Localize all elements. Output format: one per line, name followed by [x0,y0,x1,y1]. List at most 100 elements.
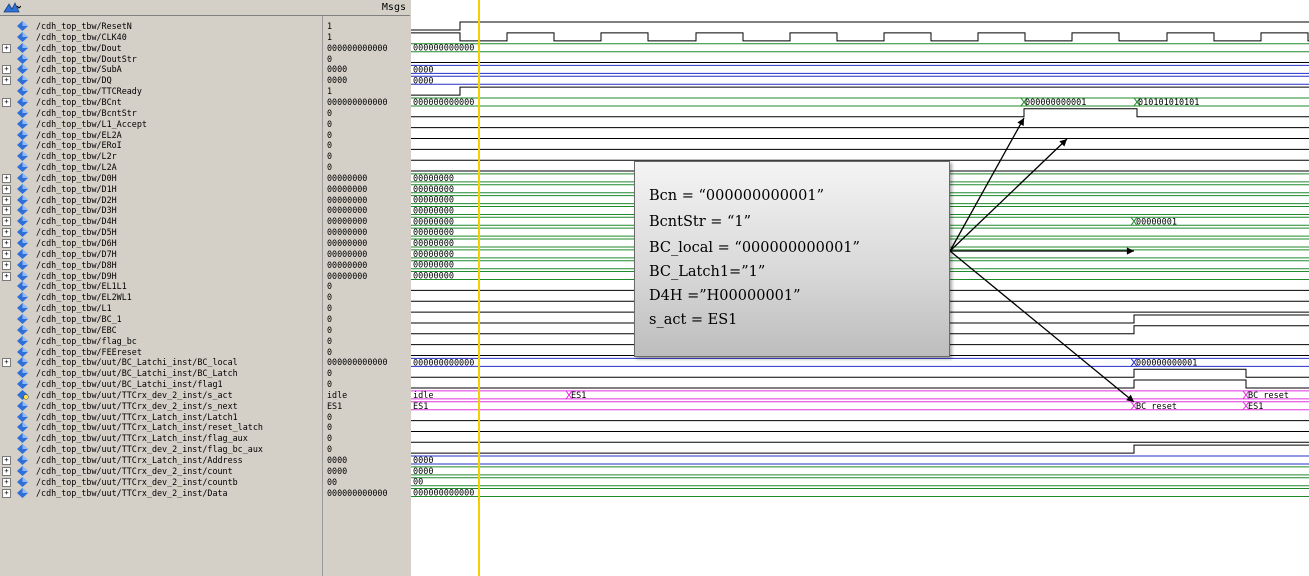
expand-toggle-icon[interactable]: + [2,358,11,368]
signal-row[interactable]: /cdh_top_tbw/BC_1 [0,313,322,324]
signal-diamond-icon [17,303,28,314]
signal-row[interactable]: /cdh_top_tbw/FEEreset [0,346,322,357]
signal-row[interactable]: + /cdh_top_tbw/D7H [0,248,322,259]
expand-toggle-icon[interactable]: + [2,456,11,465]
expand-toggle-icon[interactable]: + [2,173,11,183]
signal-row[interactable]: + /cdh_top_tbw/D4H [0,216,322,227]
signal-row[interactable]: /cdh_top_tbw/DoutStr [0,53,322,64]
signal-row[interactable]: /cdh_top_tbw/EL2A [0,129,322,140]
signal-diamond-icon [17,313,28,324]
signal-row[interactable]: /cdh_top_tbw/TTCReady [0,86,322,97]
expand-toggle-icon[interactable]: + [2,271,11,281]
wave-label-s-next-es1-end: ES1 [1248,402,1263,412]
signal-diamond-icon [17,324,28,335]
signal-row[interactable]: + /cdh_top_tbw/D5H [0,227,322,238]
expand-toggle-icon[interactable]: + [2,217,11,227]
expand-toggle-icon[interactable]: + [2,206,11,216]
signal-row[interactable]: + /cdh_top_tbw/BCnt [0,96,322,107]
signal-row[interactable]: + /cdh_top_tbw/D0H [0,172,322,183]
signal-name: /cdh_top_tbw/SubA [36,64,122,75]
signal-row[interactable]: /cdh_top_tbw/uut/BC_Latchi_inst/flag1 [0,379,322,390]
signal-row[interactable]: + /cdh_top_tbw/uut/BC_Latchi_inst/BC_loca… [0,357,322,368]
signal-value: 0 [327,433,333,444]
signal-diamond-icon [17,238,28,248]
signal-name: /cdh_top_tbw/L1_Accept [36,118,147,129]
signal-value: 000000000000 [327,42,388,53]
signal-value: 0 [327,162,333,173]
expand-toggle-icon[interactable]: + [2,249,11,259]
signal-row[interactable]: + /cdh_top_tbw/uut/TTCrx_Latch_inst/Addre… [0,455,322,465]
signal-value: 0 [327,379,333,390]
signal-diamond-icon [17,183,28,194]
signal-row[interactable]: + /cdh_top_tbw/D1H [0,183,322,194]
signal-row[interactable]: /cdh_top_tbw/L2A [0,162,322,173]
signal-row[interactable]: /cdh_top_tbw/ERoI [0,140,322,151]
signal-row[interactable]: /cdh_top_tbw/ResetN [0,21,322,31]
signal-row[interactable]: /cdh_top_tbw/uut/BC_Latchi_inst/BC_Latch [0,368,322,379]
expand-toggle-icon[interactable]: + [2,488,11,498]
signal-row[interactable]: /cdh_top_tbw/L2r [0,151,322,162]
wave-cursor-icon[interactable] [3,1,21,14]
signal-diamond-icon [17,400,28,411]
signal-name: /cdh_top_tbw/D2H [36,194,117,205]
signal-name: /cdh_top_tbw/uut/TTCrx_dev_2_inst/s_act [36,389,233,400]
signal-row[interactable]: + /cdh_top_tbw/DQ [0,75,322,86]
signal-row[interactable]: + /cdh_top_tbw/uut/TTCrx_dev_2_inst/Data [0,487,322,498]
signal-row[interactable]: /cdh_top_tbw/flag_bc [0,335,322,346]
wave-label-suba: 0000 [413,65,433,75]
signal-row[interactable]: /cdh_top_tbw/EL1L1 [0,281,322,292]
expand-toggle-icon[interactable]: + [2,477,11,487]
expand-toggle-icon[interactable]: + [2,97,11,107]
expand-toggle-icon[interactable]: + [2,184,11,194]
signal-name: /cdh_top_tbw/uut/TTCrx_Latch_inst/Latch1 [36,411,238,422]
signal-value: 0 [327,292,333,303]
signal-row[interactable]: + /cdh_top_tbw/SubA [0,64,322,75]
signal-row[interactable]: + /cdh_top_tbw/uut/TTCrx_dev_2_inst/count [0,465,322,476]
msgs-header: Msgs [322,0,410,16]
signal-row[interactable]: /cdh_top_tbw/uut/TTCrx_dev_2_inst/s_act [0,389,322,400]
signal-row[interactable]: + /cdh_top_tbw/D9H [0,270,322,281]
signal-value: 0 [327,411,333,422]
signal-row[interactable]: /cdh_top_tbw/uut/TTCrx_Latch_inst/flag_a… [0,433,322,444]
expand-toggle-icon[interactable]: + [2,466,11,476]
signal-row[interactable]: + /cdh_top_tbw/D6H [0,238,322,248]
signal-row[interactable]: /cdh_top_tbw/uut/TTCrx_dev_2_inst/s_next [0,400,322,411]
signal-name: /cdh_top_tbw/uut/TTCrx_Latch_inst/flag_a… [36,433,248,444]
expand-toggle-icon[interactable]: + [2,228,11,238]
expand-toggle-icon[interactable]: + [2,260,11,270]
signal-value: 0 [327,303,333,314]
signal-row[interactable]: /cdh_top_tbw/uut/TTCrx_Latch_inst/reset_… [0,422,322,433]
signal-row[interactable]: /cdh_top_tbw/EBC [0,324,322,335]
callout-arrow-d4h-head [1126,247,1134,255]
signal-name: /cdh_top_tbw/ResetN [36,21,132,31]
expand-toggle-icon[interactable]: + [2,76,11,86]
signal-row[interactable]: + /cdh_top_tbw/D3H [0,205,322,216]
signal-value: 00000000 [327,216,368,227]
signal-row[interactable]: /cdh_top_tbw/BcntStr [0,107,322,118]
signal-row[interactable]: /cdh_top_tbw/L1 [0,303,322,314]
wave-label-d4h-change: 00000001 [1136,217,1177,227]
signal-row[interactable]: /cdh_top_tbw/CLK40 [0,31,322,42]
expand-toggle-icon[interactable]: + [2,239,11,248]
expand-toggle-icon[interactable]: + [2,65,11,75]
expand-toggle-icon[interactable]: + [2,43,11,53]
signal-row[interactable]: /cdh_top_tbw/uut/TTCrx_dev_2_inst/flag_b… [0,444,322,455]
signal-row[interactable]: + /cdh_top_tbw/Dout [0,42,322,53]
signal-row[interactable]: /cdh_top_tbw/EL2WL1 [0,292,322,303]
callout-line-bcn: Bcn = “000000000001” [649,188,825,204]
signal-row[interactable]: + /cdh_top_tbw/D8H [0,259,322,270]
signal-value: 00000000 [327,227,368,238]
signal-row[interactable]: /cdh_top_tbw/L1_Accept [0,118,322,129]
expand-toggle-icon[interactable]: + [2,195,11,205]
signal-diamond-icon [17,368,28,379]
signal-row[interactable]: + /cdh_top_tbw/D2H [0,194,322,205]
callout-line-s-act: s_act = ES1 [649,312,738,328]
signal-row[interactable]: /cdh_top_tbw/uut/TTCrx_Latch_inst/Latch1 [0,411,322,422]
wave-label-s-act-es1: ES1 [571,391,586,401]
signal-value: 00000000 [327,183,368,194]
signal-name: /cdh_top_tbw/uut/TTCrx_dev_2_inst/s_next [36,400,238,411]
signal-name: /cdh_top_tbw/D4H [36,216,117,227]
signal-name: /cdh_top_tbw/uut/TTCrx_dev_2_inst/Data [36,487,228,498]
signal-row[interactable]: + /cdh_top_tbw/uut/TTCrx_dev_2_inst/count… [0,476,322,487]
callout-line-bc-latch1: BC_Latch1=”1” [649,264,766,280]
